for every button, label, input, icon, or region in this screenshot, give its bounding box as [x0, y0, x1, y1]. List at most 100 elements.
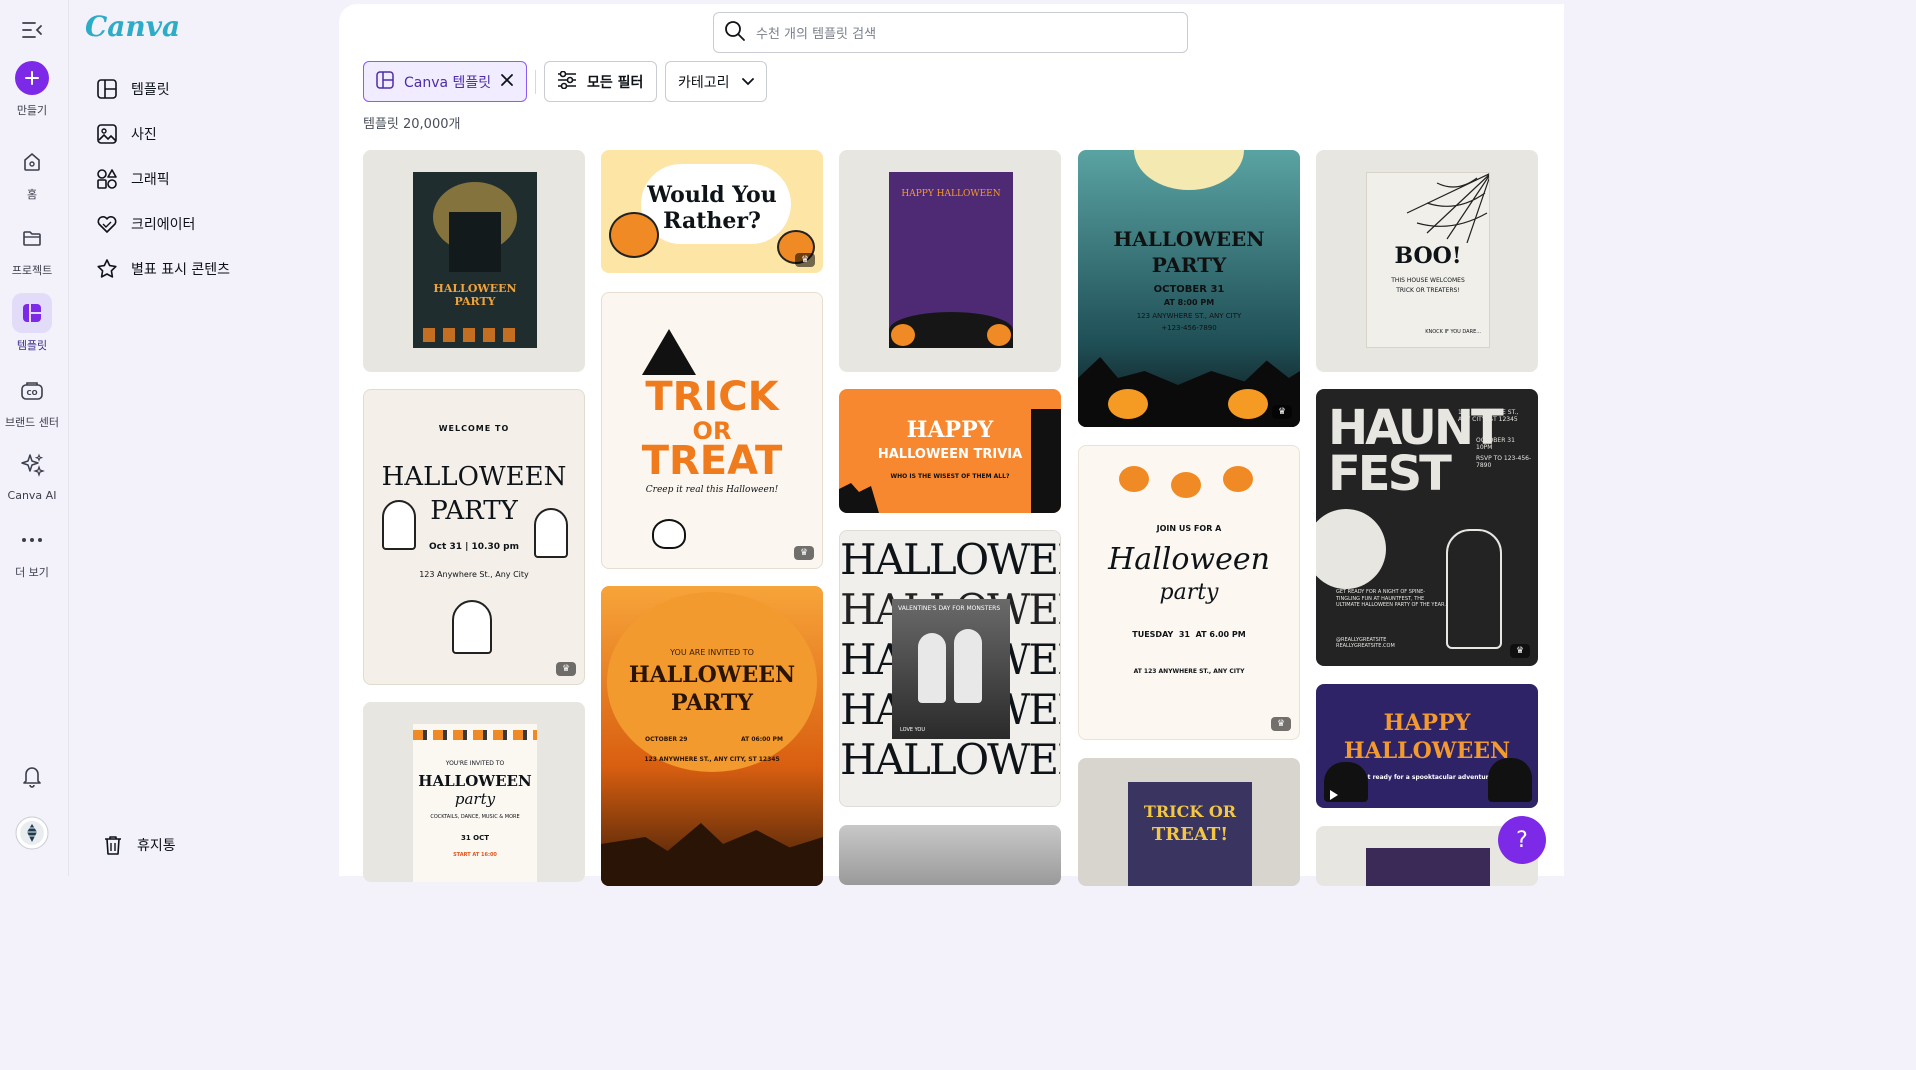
notifications-button[interactable]	[0, 756, 64, 796]
card-title-2: party	[1159, 580, 1219, 605]
template-card[interactable]: TRICK OR TREAT Creep it real this Hallow…	[601, 292, 823, 569]
card-thumbnail: HALLOWEEN PARTY	[413, 172, 537, 348]
sidebar-item-label: 사진	[131, 127, 157, 143]
card-title: BOO!	[1394, 243, 1462, 269]
template-card[interactable]: JOIN US FOR A Halloween party TUESDAY 31…	[1078, 445, 1300, 740]
card-address: AT 123 ANYWHERE ST., ANY CITY	[1133, 668, 1245, 675]
chevron-down-icon	[741, 74, 754, 90]
card-date: 31 OCT	[460, 834, 490, 842]
category-dropdown[interactable]: 카테고리	[665, 61, 767, 102]
template-card[interactable]: YOU ARE INVITED TO HALLOWEEN PARTY OCTOB…	[601, 586, 823, 886]
home-label: 홈	[26, 188, 38, 201]
card-date: TUESDAY 31 AT 6.00 PM	[1132, 630, 1246, 639]
search-box[interactable]: 수천 개의 템플릿 검색	[713, 12, 1188, 53]
menu-toggle-button[interactable]	[0, 10, 64, 50]
template-card[interactable]: YOU'RE INVITED TO HALLOWEEN party COCKTA…	[363, 702, 585, 882]
premium-crown-icon: ♛	[1272, 405, 1292, 419]
sidebar-item-label: 휴지통	[137, 838, 176, 854]
card-pretitle: JOIN US FOR A	[1156, 524, 1222, 533]
template-icon	[12, 293, 52, 333]
template-card[interactable]: TRICK OR TREAT!	[1078, 758, 1300, 886]
template-card[interactable]: HALLOWEEN HALLOWEEN HALLOWEEN HALLOWEEN …	[839, 530, 1061, 807]
card-address: 123 ANYWHERE ST., ANY CITY	[1136, 312, 1242, 320]
canva-logo[interactable]: Canva	[85, 10, 180, 43]
brand-label: 브랜드 센터	[4, 416, 60, 429]
template-card[interactable]	[839, 825, 1061, 885]
all-filters-button[interactable]: 모든 필터	[544, 61, 657, 102]
card-title: TRICK	[645, 374, 779, 420]
premium-crown-icon: ♛	[556, 662, 576, 676]
result-count: 템플릿 20,000개	[363, 117, 461, 132]
ai-label: Canva AI	[7, 489, 57, 502]
sidebar-item-creators[interactable]: 크리에이터	[95, 208, 195, 240]
rail-more[interactable]: 더 보기	[0, 520, 64, 580]
card-title: HAPPY	[1383, 710, 1471, 736]
sidebar-item-graphics[interactable]: 그래픽	[95, 163, 170, 195]
create-button[interactable]: 만들기	[0, 58, 64, 118]
card-sub: WHO IS THE WISEST OF THEM ALL?	[890, 473, 1010, 480]
canva-templates-chip[interactable]: Canva 템플릿	[363, 61, 527, 102]
rail-templates[interactable]: 템플릿	[0, 293, 64, 353]
sidebar-item-label: 별표 표시 콘텐츠	[131, 262, 231, 278]
card-title-2: HALLOWEEN TRIVIA	[877, 447, 1023, 462]
card-line-2: TRICK OR TREATERS!	[1396, 287, 1460, 294]
template-icon	[376, 70, 394, 93]
rail-brand[interactable]: CO 브랜드 센터	[0, 370, 64, 430]
template-card[interactable]: HAPPY HALLOWEEN Get ready for a spooktac…	[1316, 684, 1538, 808]
brand-kit-icon: CO	[12, 370, 52, 410]
menu-collapse-icon[interactable]	[12, 10, 52, 50]
filter-label: 모든 필터	[587, 74, 644, 91]
card-title: HALLOWEEN	[381, 462, 567, 492]
card-time: AT 8:00 PM	[1163, 298, 1215, 307]
sidebar-item-starred[interactable]: 별표 표시 콘텐츠	[95, 253, 230, 285]
trash-icon	[101, 833, 125, 857]
card-title: HAPPY	[906, 417, 994, 443]
play-icon	[1330, 790, 1338, 800]
template-icon	[95, 77, 119, 101]
search-input[interactable]: 수천 개의 템플릿 검색	[756, 23, 876, 42]
card-title: HALLOWEEN	[840, 535, 1060, 584]
template-card[interactable]: HALLOWEEN PARTY	[363, 150, 585, 372]
bell-icon[interactable]	[12, 756, 52, 796]
rail-canva-ai[interactable]: Canva AI	[0, 445, 64, 502]
plus-icon	[15, 61, 49, 95]
template-card[interactable]: HAPPY HALLOWEEN TRIVIA WHO IS THE WISEST…	[839, 389, 1061, 513]
close-icon[interactable]	[501, 73, 514, 90]
premium-crown-icon: ♛	[1510, 644, 1530, 658]
rail-home[interactable]: 홈	[0, 142, 64, 202]
rail-projects[interactable]: 프로젝트	[0, 218, 64, 278]
card-body: GET READY FOR A NIGHT OF SPINE-TINGLING …	[1336, 589, 1446, 608]
template-card[interactable]: BOO! THIS HOUSE WELCOMES TRICK OR TREATE…	[1316, 150, 1538, 372]
template-card[interactable]: WELCOME TO HALLOWEEN PARTY Oct 31 | 10.3…	[363, 389, 585, 685]
card-title-repeat: HALLOWEEN	[840, 735, 1060, 784]
more-dots-icon	[12, 520, 52, 560]
template-card[interactable]: HAUNT FEST 123 ANYWHERE ST., ANY CITY, S…	[1316, 389, 1538, 666]
creator-heart-icon	[95, 212, 119, 236]
filter-divider	[535, 70, 536, 94]
template-card[interactable]: Would You Rather? ♛	[601, 150, 823, 273]
card-date: OCTOBER 31 10PM	[1476, 437, 1515, 451]
sidebar-item-templates[interactable]: 템플릿	[95, 73, 170, 105]
card-title: HAPPY HALLOWEEN	[901, 189, 1001, 199]
card-title-2: party	[454, 790, 496, 808]
card-line-1: THIS HOUSE WELCOMES	[1391, 277, 1465, 284]
template-card[interactable]: HAPPY HALLOWEEN	[839, 150, 1061, 372]
sparkle-icon	[12, 445, 52, 485]
card-phone: +123-456-7890	[1161, 324, 1217, 332]
card-date: OCTOBER 29	[645, 736, 688, 743]
category-label: 카테고리	[678, 74, 730, 91]
create-label: 만들기	[16, 104, 48, 117]
sidebar-item-photos[interactable]: 사진	[95, 118, 157, 150]
sidebar-item-label: 크리에이터	[131, 217, 196, 233]
chip-label: Canva 템플릿	[404, 74, 492, 91]
premium-crown-icon: ♛	[794, 546, 814, 560]
help-button[interactable]: ?	[1498, 816, 1546, 864]
template-card[interactable]: HALLOWEEN PARTY OCTOBER 31 AT 8:00 PM 12…	[1078, 150, 1300, 427]
account-button[interactable]	[0, 813, 64, 853]
card-title-2: PARTY	[671, 690, 753, 716]
sidebar-item-trash[interactable]: 휴지통	[101, 829, 176, 861]
card-address: 123 ANYWHERE ST., ANY CITY, ST 12345	[644, 756, 780, 763]
card-thumbnail: HAPPY HALLOWEEN	[889, 172, 1013, 348]
avatar[interactable]	[12, 813, 52, 853]
svg-text:CO: CO	[26, 389, 37, 397]
